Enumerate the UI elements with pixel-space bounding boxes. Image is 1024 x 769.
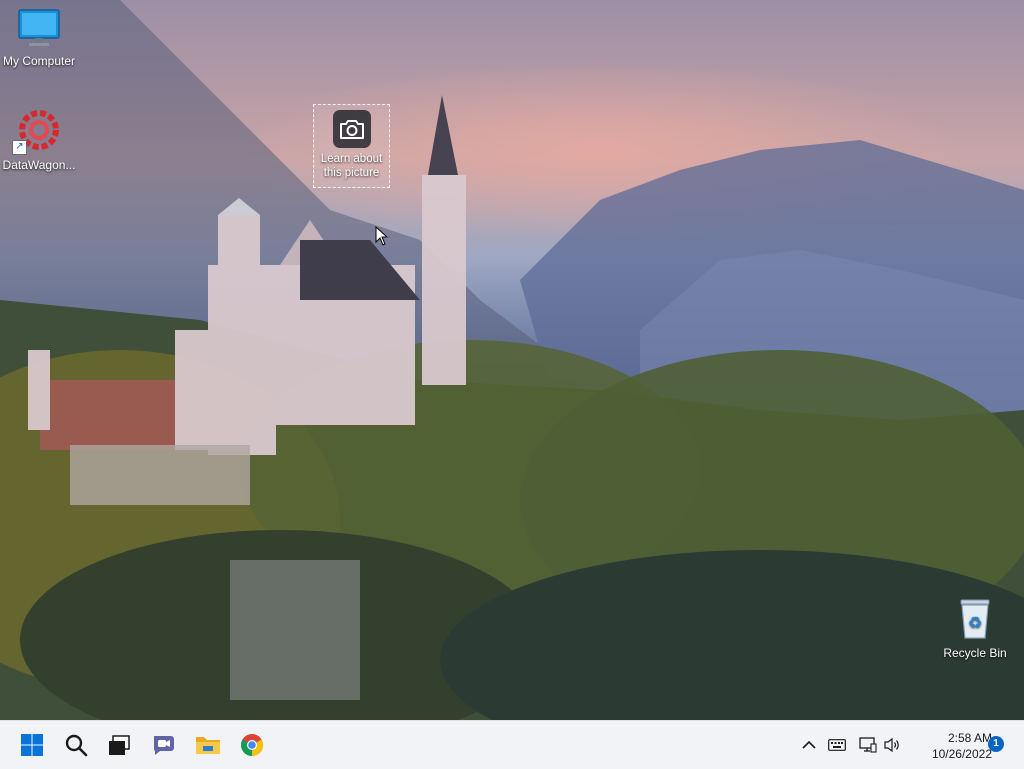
chevron-up-icon [802,740,816,749]
speaker-icon [884,737,899,753]
desktop-icon-datawagon[interactable]: ↗ DataWagon... [0,108,78,172]
clock-time: 2:58 AM [947,731,992,745]
desktop-wallpaper: My Computer ↗ DataWagon... ♻ Recycle Bin [0,0,1024,720]
input-indicator-button[interactable] [826,721,848,769]
teams-chat-icon [153,736,174,755]
desktop-icon-recycle-bin[interactable]: ♻ Recycle Bin [936,596,1014,660]
notification-badge[interactable]: 1 [988,736,1004,752]
mouse-cursor-icon [375,226,389,246]
keyboard-icon [828,739,846,751]
chrome-button[interactable] [232,725,272,765]
network-icon [859,737,877,753]
folder-icon [196,737,220,754]
desktop-icon-label: DataWagon... [2,158,76,172]
chrome-icon [241,734,263,756]
search-icon [65,734,88,757]
shortcut-arrow-icon: ↗ [12,140,27,155]
camera-icon [332,110,371,148]
svg-text:♻: ♻ [968,613,982,632]
volume-button[interactable] [882,721,904,769]
file-explorer-button[interactable] [188,725,228,765]
task-view-button[interactable] [99,725,139,765]
desktop-icon-label: My Computer [2,54,76,68]
learn-about-picture-button[interactable]: Learn about this picture [313,104,390,188]
start-button[interactable] [12,725,52,765]
desktop-icon-my-computer[interactable]: My Computer [0,8,78,68]
clock-date: 10/26/2022 [931,747,992,761]
task-view-icon [109,735,130,755]
wallpaper-scenery [0,0,1024,720]
clock-button[interactable]: 2:58 AM 10/26/2022 [908,730,992,762]
learn-about-picture-label: Learn about this picture [320,153,383,179]
show-hidden-icons-button[interactable] [798,721,820,769]
search-button[interactable] [56,725,96,765]
desktop-icon-label: Recycle Bin [943,646,1007,660]
monitor-icon [0,8,78,51]
network-button[interactable] [857,721,879,769]
chat-button[interactable] [144,725,184,765]
recycle-bin-icon: ♻ [936,596,1014,643]
taskbar: 2:58 AM 10/26/2022 [0,720,1024,769]
windows-start-icon [21,734,43,756]
